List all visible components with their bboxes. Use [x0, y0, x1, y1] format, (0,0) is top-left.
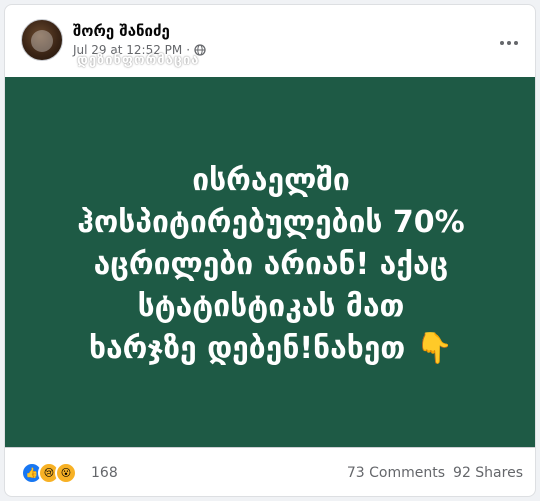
reaction-icons[interactable]: 👍 😢 😮	[21, 462, 77, 484]
comments-count[interactable]: 73 Comments	[347, 465, 445, 481]
post-image-text: ისრაელში ჰოსპიტირებულების 70% აცრილები ა…	[36, 160, 506, 370]
post-header: შორე შანიძე Jul 29 at 12:52 PM · დეზინფო…	[5, 5, 535, 77]
reaction-count[interactable]: 168	[91, 465, 118, 481]
post-image[interactable]: ისრაელში ჰოსპიტირებულების 70% აცრილები ა…	[5, 77, 535, 447]
post-card: შორე შანიძე Jul 29 at 12:52 PM · დეზინფო…	[4, 4, 536, 497]
shares-count[interactable]: 92 Shares	[453, 465, 523, 481]
reactions-bar: 👍 😢 😮 168 73 Comments 92 Shares	[5, 447, 535, 496]
watermark-text: დეზინფორმაცია	[77, 53, 200, 68]
post-text-line: აცრილები არიან! აქაც	[93, 247, 449, 282]
wow-icon: 😮	[55, 462, 77, 484]
post-text-line: სტატისტიკას მათ	[137, 289, 405, 324]
post-stats: 73 Comments 92 Shares	[347, 465, 523, 481]
post-text-line: ისრაელში	[192, 163, 350, 198]
post-text-line: ხარჯზე დებენ!ნახეთ 👇	[88, 331, 454, 366]
post-text-line: ჰოსპიტირებულების 70%	[77, 205, 465, 240]
more-options-button[interactable]	[493, 27, 525, 59]
author-name[interactable]: შორე შანიძე	[73, 22, 170, 40]
avatar[interactable]	[21, 19, 63, 61]
more-options-icon	[500, 41, 518, 45]
